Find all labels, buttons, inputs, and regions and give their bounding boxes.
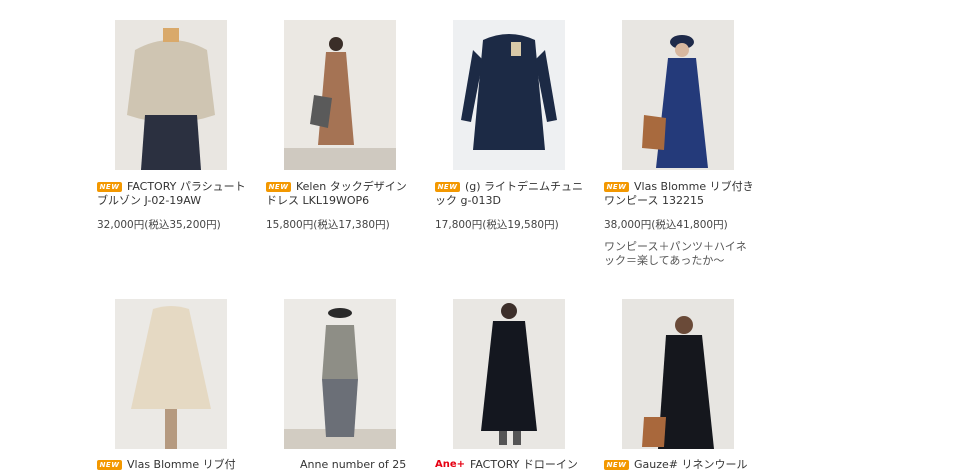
product-photo-parachute-blouson <box>115 20 227 170</box>
product-title[interactable]: NEW Vlas Blomme リブ付 <box>97 458 247 472</box>
product-photo-denim-tunic <box>453 20 565 170</box>
new-badge-icon: NEW <box>97 460 122 470</box>
ane-badge-icon: Ane+ <box>435 459 466 470</box>
product-title[interactable]: Ane+ FACTORY ドローイン <box>435 458 585 472</box>
product-photo-rib-onepiece <box>622 20 734 170</box>
product-photo-drawing-coat <box>453 299 565 449</box>
product-image[interactable] <box>453 20 565 170</box>
product-image[interactable] <box>622 20 734 170</box>
product-image[interactable] <box>284 299 396 449</box>
product-description: ワンピース＋パンツ＋ハイネック＝楽してあったか〜 <box>604 240 747 267</box>
product-image[interactable] <box>115 20 227 170</box>
product-price: 32,000円(税込35,200円) <box>97 219 221 231</box>
product-title[interactable]: Anne number of 25 <box>300 458 450 472</box>
product-price: 38,000円(税込41,800円) <box>604 219 728 231</box>
new-badge-icon: NEW <box>97 182 122 192</box>
new-badge-icon: NEW <box>604 182 629 192</box>
product-image[interactable] <box>622 299 734 449</box>
product-photo-rib-blouse <box>115 299 227 449</box>
product-image[interactable] <box>284 20 396 170</box>
new-badge-icon: NEW <box>435 182 460 192</box>
product-image[interactable] <box>115 299 227 449</box>
product-photo-linen-wool <box>622 299 734 449</box>
new-badge-icon: NEW <box>604 460 629 470</box>
product-title[interactable]: NEW (g) ライトデニムチュニック g-013D <box>435 180 585 208</box>
product-title[interactable]: NEW Kelen タックデザインドレス LKL19WOP6 <box>266 180 416 208</box>
product-image[interactable] <box>453 299 565 449</box>
product-price: 15,800円(税込17,380円) <box>266 219 390 231</box>
product-price: 17,800円(税込19,580円) <box>435 219 559 231</box>
product-photo-tuck-dress <box>284 20 396 170</box>
new-badge-icon: NEW <box>266 182 291 192</box>
product-title[interactable]: NEW FACTORY パラシュートブルゾン J-02-19AW <box>97 180 247 208</box>
product-title[interactable]: NEW Vlas Blomme リブ付きワンピース 132215 <box>604 180 754 208</box>
product-title[interactable]: NEW Gauze# リネンウール <box>604 458 754 472</box>
product-photo-anne-vest <box>284 299 396 449</box>
